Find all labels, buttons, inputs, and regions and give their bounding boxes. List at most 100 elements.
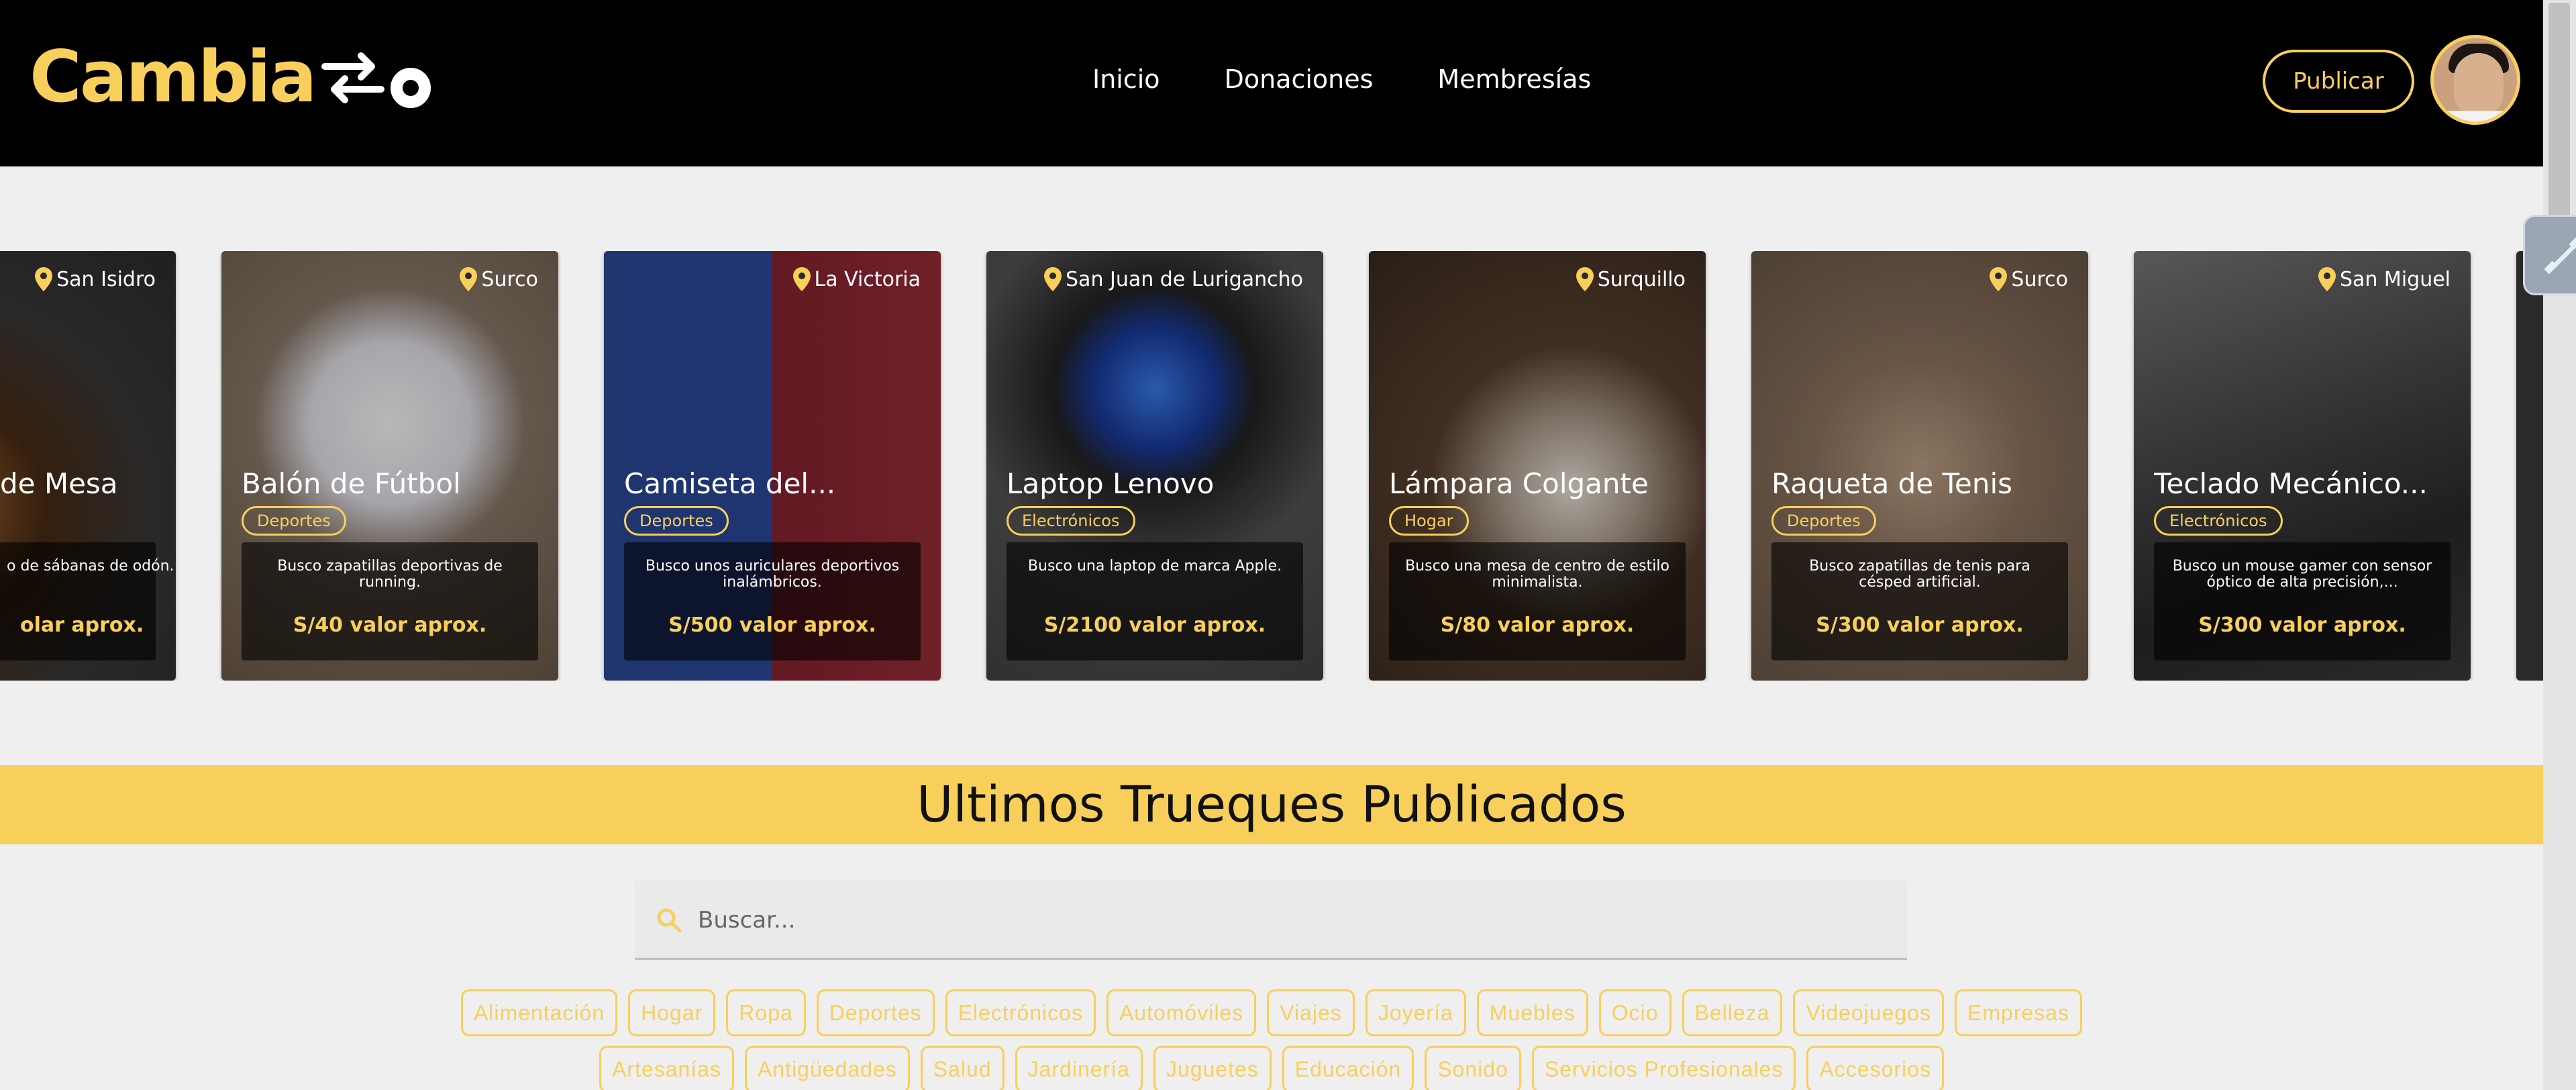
card-price: S/80 valor aprox. <box>1440 613 1635 637</box>
card-title: Camiseta del... <box>624 467 836 500</box>
card-category-badge: Hogar <box>1389 506 1469 536</box>
card-title: Raqueta de Tenis <box>1771 467 2013 500</box>
floating-tool-button[interactable] <box>2523 215 2576 295</box>
card-description: Busco un mouse gamer con sensor óptico d… <box>2172 558 2432 591</box>
product-card[interactable]: San Isidro de Mesa o de sábanas de odón.… <box>0 251 176 681</box>
card-description: o de sábanas de odón. <box>7 558 174 575</box>
category-chip-educacion[interactable]: Educación <box>1282 1046 1414 1090</box>
category-chip-viajes[interactable]: Viajes <box>1267 989 1355 1036</box>
card-info-box: Busco unos auriculares deportivos inalám… <box>624 542 921 660</box>
card-description: Busco zapatillas de tenis para césped ar… <box>1809 558 2030 591</box>
category-chip-artesanias[interactable]: Artesanías <box>599 1046 735 1090</box>
category-chip-salud[interactable]: Salud <box>920 1046 1004 1090</box>
card-location: La Victoria <box>792 267 921 291</box>
section-header: Ultimos Trueques Publicados <box>0 765 2543 844</box>
product-card[interactable]: San Miguel Teclado Mecánico... Electróni… <box>2134 251 2471 681</box>
category-chip-ropa[interactable]: Ropa <box>726 989 806 1036</box>
logo-o-glyph <box>390 68 431 108</box>
swap-arrows-icon <box>321 52 384 103</box>
product-card[interactable]: Surco Raqueta de Tenis Deportes Busco za… <box>1751 251 2088 681</box>
category-chip-antiguedades[interactable]: Antigüedades <box>745 1046 910 1090</box>
nav-membresias[interactable]: Membresías <box>1437 64 1591 94</box>
publish-button[interactable]: Publicar <box>2263 50 2414 113</box>
brand-logo[interactable]: Cambia <box>30 40 431 114</box>
card-category-badge: Deportes <box>624 506 729 536</box>
card-title: Lámpara Colgante <box>1389 467 1649 500</box>
featured-carousel: San Isidro de Mesa o de sábanas de odón.… <box>0 251 2543 681</box>
product-card-partial[interactable] <box>2516 251 2543 681</box>
card-info-box: Busco un mouse gamer con sensor óptico d… <box>2154 542 2451 660</box>
card-description: Busco una mesa de centro de estilo minim… <box>1405 558 1669 591</box>
page-scrollbar[interactable] <box>2543 0 2576 1090</box>
card-description: Busco unos auriculares deportivos inalám… <box>645 558 900 591</box>
card-description: Busco una laptop de marca Apple. <box>1027 558 1282 575</box>
card-price: olar aprox. <box>20 613 144 637</box>
card-category-badge: Electrónicos <box>2154 506 2283 536</box>
pen-icon <box>2544 237 2576 275</box>
top-navbar: Cambia Inicio Donaciones Membresías Publ… <box>0 0 2543 166</box>
product-card[interactable]: La Victoria Camiseta del... Deportes Bus… <box>604 251 941 681</box>
location-pin-icon <box>35 267 53 291</box>
category-chip-electronicos[interactable]: Electrónicos <box>945 989 1096 1036</box>
card-price: S/300 valor aprox. <box>1816 613 2024 637</box>
user-avatar[interactable] <box>2430 35 2520 125</box>
nav-donaciones[interactable]: Donaciones <box>1225 64 1374 94</box>
category-filter-row: Alimentación Hogar Ropa Deportes Electró… <box>0 989 2543 1036</box>
nav-inicio[interactable]: Inicio <box>1092 64 1160 94</box>
search-icon <box>657 908 682 933</box>
card-category-badge: Electrónicos <box>1007 506 1135 536</box>
location-pin-icon <box>1576 267 1594 291</box>
card-category-badge: Deportes <box>242 506 346 536</box>
card-location: San Miguel <box>2318 267 2451 291</box>
location-pin-icon <box>792 267 811 291</box>
category-chip-hogar[interactable]: Hogar <box>628 989 716 1036</box>
card-info-box: Busco zapatillas deportivas de running. … <box>242 542 538 660</box>
category-filter-row: Artesanías Antigüedades Salud Jardinería… <box>0 1046 2543 1090</box>
card-category-badge: Deportes <box>1771 506 1876 536</box>
category-chip-accesorios[interactable]: Accesorios <box>1806 1046 1944 1090</box>
search-input[interactable] <box>698 899 1892 941</box>
card-title: de Mesa <box>0 467 118 500</box>
category-chip-deportes[interactable]: Deportes <box>816 989 935 1036</box>
product-card[interactable]: San Juan de Lurigancho Laptop Lenovo Ele… <box>986 251 1323 681</box>
card-location: Surco <box>460 267 538 291</box>
main-nav: Inicio Donaciones Membresías <box>1092 64 1591 94</box>
product-card[interactable]: Surco Balón de Fútbol Deportes Busco zap… <box>221 251 558 681</box>
card-info-box: Busco una mesa de centro de estilo minim… <box>1389 542 1686 660</box>
category-chip-sonido[interactable]: Sonido <box>1425 1046 1521 1090</box>
category-chip-alimentacion[interactable]: Alimentación <box>460 989 618 1036</box>
category-chip-belleza[interactable]: Belleza <box>1682 989 1783 1036</box>
scrollbar-thumb[interactable] <box>2548 3 2570 224</box>
search-bar[interactable] <box>635 881 1907 960</box>
category-chip-juguetes[interactable]: Juguetes <box>1153 1046 1272 1090</box>
category-chip-servicios-profesionales[interactable]: Servicios Profesionales <box>1531 1046 1796 1090</box>
card-price: S/500 valor aprox. <box>668 613 876 637</box>
location-pin-icon <box>1044 267 1062 291</box>
card-title: Balón de Fútbol <box>242 467 461 500</box>
category-chip-jardineria[interactable]: Jardinería <box>1015 1046 1143 1090</box>
card-location: Surquillo <box>1576 267 1686 291</box>
card-description: Busco zapatillas deportivas de running. <box>277 558 503 591</box>
card-price: S/40 valor aprox. <box>293 613 487 637</box>
location-pin-icon <box>1990 267 2008 291</box>
card-price: S/300 valor aprox. <box>2198 613 2406 637</box>
location-pin-icon <box>460 267 478 291</box>
logo-text: Cambia <box>30 36 317 118</box>
category-chip-videojuegos[interactable]: Videojuegos <box>1793 989 1945 1036</box>
card-info-box: o de sábanas de odón. olar aprox. <box>0 542 174 660</box>
category-chip-ocio[interactable]: Ocio <box>1598 989 1671 1036</box>
category-chip-empresas[interactable]: Empresas <box>1955 989 2083 1036</box>
category-chip-automoviles[interactable]: Automóviles <box>1106 989 1257 1036</box>
card-location: San Isidro <box>35 267 156 291</box>
card-info-box: Busco una laptop de marca Apple. S/2100 … <box>1007 542 1303 660</box>
card-location: San Juan de Lurigancho <box>1044 267 1303 291</box>
category-chip-muebles[interactable]: Muebles <box>1476 989 1588 1036</box>
location-pin-icon <box>2318 267 2336 291</box>
card-location: Surco <box>1990 267 2068 291</box>
card-title: Teclado Mecánico... <box>2154 467 2428 500</box>
page: Cambia Inicio Donaciones Membresías Publ… <box>0 0 2576 1090</box>
section-title: Ultimos Trueques Publicados <box>917 776 1627 834</box>
product-card[interactable]: Surquillo Lámpara Colgante Hogar Busco u… <box>1369 251 1706 681</box>
card-info-box: Busco zapatillas de tenis para césped ar… <box>1771 542 2068 660</box>
category-chip-joyeria[interactable]: Joyería <box>1365 989 1466 1036</box>
